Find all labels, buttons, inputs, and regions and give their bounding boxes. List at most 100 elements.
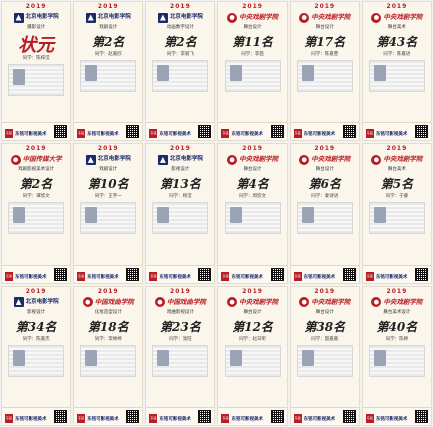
school-logo-icon: [13, 297, 24, 308]
award-card: 2019 北京电影学院 戏剧设计 第2名 同学：赵嘉欣 东铭 东铭可影视美术: [73, 1, 144, 142]
school-logo-icon: [227, 154, 238, 165]
admission-photo: [224, 60, 281, 92]
qr-code-icon: [270, 409, 284, 423]
rank-label: 第43名: [376, 35, 418, 49]
rank-label: 第5名: [380, 177, 414, 192]
card-footer: 东铭 东铭可影视美术: [290, 122, 359, 141]
rank-label: 第4名: [236, 177, 269, 192]
school-name: 中央戏剧学院: [311, 297, 351, 306]
card-footer: 东铭 东铭可影视美术: [146, 264, 215, 283]
card-footer: 东铭 东铭可影视美术: [362, 122, 431, 141]
school-name: 中央戏剧学院: [383, 155, 423, 164]
school-name: 中央戏剧学院: [383, 297, 423, 306]
studio-badge: 东铭: [149, 413, 158, 423]
card-footer: 东铭 东铭可影视美术: [74, 122, 143, 141]
qr-code-icon: [270, 267, 284, 281]
studio-name: 东铭可影视美术: [375, 132, 408, 138]
studio-name: 东铭可影视美术: [87, 274, 119, 280]
school-name: 中央戏剧学院: [383, 13, 423, 21]
school-logo-icon: [10, 154, 21, 165]
student-name: 同学：赵日昕: [239, 336, 267, 342]
award-card: 2019 中央戏剧学院 舞台设计 第4名 同学：周欣文 东铭 东铭可影视美术: [217, 143, 288, 284]
rank-label: 第2名: [92, 35, 125, 49]
card-footer: 东铭 东铭可影视美术: [290, 406, 359, 425]
rank-label: 第2名: [19, 177, 53, 192]
major-label: 舞台美术设计: [383, 309, 411, 315]
student-name: 同学：陈婷: [385, 336, 409, 342]
card-footer: 东铭 东铭可影视美术: [218, 122, 287, 141]
school-logo-icon: [371, 154, 382, 165]
admission-photo: [80, 60, 137, 92]
student-name: 同学：周欣文: [239, 194, 267, 200]
school-header: 北京电影学院: [151, 12, 209, 23]
school-name: 北京电影学院: [25, 14, 59, 20]
card-footer: 东铭 东铭可影视美术: [74, 264, 143, 283]
studio-name: 东铭可影视美术: [15, 274, 47, 280]
school-header: 北京电影学院: [7, 297, 65, 308]
qr-code-icon: [126, 267, 140, 281]
rank-label: 第40名: [376, 319, 418, 334]
studio-badge: 东铭: [293, 413, 302, 423]
qr-code-icon: [414, 267, 428, 281]
card-footer: 东铭 东铭可影视美术: [2, 406, 71, 425]
card-year: 2019: [386, 287, 408, 295]
qr-code-icon: [342, 125, 356, 139]
student-name: 同学：秦诗语: [311, 194, 339, 200]
card-year: 2019: [314, 287, 336, 295]
award-card: 2019 中央戏剧学院 舞台设计 第11名 同学：李茜 东铭 东铭可影视美术: [217, 1, 288, 142]
qr-code-icon: [342, 409, 356, 423]
card-footer: 东铭 东铭可影视美术: [2, 264, 71, 283]
card-year: 2019: [242, 287, 263, 295]
rank-label: 第38名: [304, 319, 346, 334]
studio-name: 东铭可影视美术: [231, 274, 263, 280]
award-card: 2019 中央戏剧学院 舞台设计 第38名 同学：殷嘉嘉 东铭 东铭可影视美术: [289, 285, 360, 426]
student-name: 同学：杨滢: [169, 194, 192, 200]
school-logo-icon: [299, 154, 310, 165]
major-label: 舞台美术: [387, 167, 406, 173]
school-header: 北京电影学院: [7, 12, 65, 23]
major-label: 舞台设计: [243, 309, 262, 315]
studio-badge: 东铭: [293, 129, 302, 139]
rank-label: 状元: [18, 35, 55, 56]
admission-photo: [152, 344, 209, 377]
card-footer: 东铭 东铭可影视美术: [2, 122, 71, 141]
studio-name: 东铭可影视美术: [159, 274, 191, 280]
school-logo-icon: [157, 12, 168, 23]
school-logo-icon: [85, 12, 96, 23]
student-name: 同学：殷嘉嘉: [311, 336, 339, 342]
school-header: 中央戏剧学院: [224, 297, 282, 308]
admission-photo: [8, 202, 65, 235]
student-name: 同学：谭欣文: [22, 194, 50, 200]
rank-label: 第17名: [304, 35, 346, 49]
card-year: 2019: [386, 145, 408, 153]
school-header: 中国戏曲学院: [79, 297, 137, 308]
student-name: 同学：李丽飞: [166, 52, 194, 57]
major-label: 影视设计: [27, 309, 46, 315]
card-year: 2019: [97, 287, 119, 295]
qr-code-icon: [126, 409, 140, 423]
school-header: 中央戏剧学院: [368, 12, 426, 23]
card-footer: 东铭 东铭可影视美术: [218, 264, 287, 283]
studio-badge: 东铭: [293, 271, 302, 281]
school-name: 北京电影学院: [25, 298, 59, 305]
studio-name: 东铭可影视美术: [303, 132, 336, 138]
school-header: 中央戏剧学院: [296, 297, 354, 308]
school-name: 北京电影学院: [169, 14, 203, 20]
admission-photo: [224, 202, 281, 235]
admission-photo: [296, 60, 353, 92]
studio-name: 东铭可影视美术: [15, 132, 47, 138]
school-header: 中央戏剧学院: [368, 297, 426, 308]
card-year: 2019: [25, 145, 47, 153]
school-logo-icon: [371, 12, 382, 23]
award-card: 2019 中央戏剧学院 舞台美术 第5名 同学：于睿 东铭 东铭可影视美术: [361, 143, 432, 284]
qr-code-icon: [198, 267, 212, 281]
major-label: 舞台设计: [315, 309, 334, 315]
card-year: 2019: [97, 3, 119, 10]
studio-badge: 东铭: [77, 413, 86, 423]
card-footer: 东铭 东铭可影视美术: [362, 406, 431, 425]
student-name: 同学：于睿: [385, 194, 409, 200]
rank-label: 第2名: [164, 35, 197, 49]
major-label: 舞台设计: [315, 167, 334, 173]
school-logo-icon: [371, 297, 382, 308]
poster-grid: 2019 北京电影学院 摄影设计 状元 同学：陈梓滢 东铭 东铭可影视美术 20…: [0, 0, 433, 427]
